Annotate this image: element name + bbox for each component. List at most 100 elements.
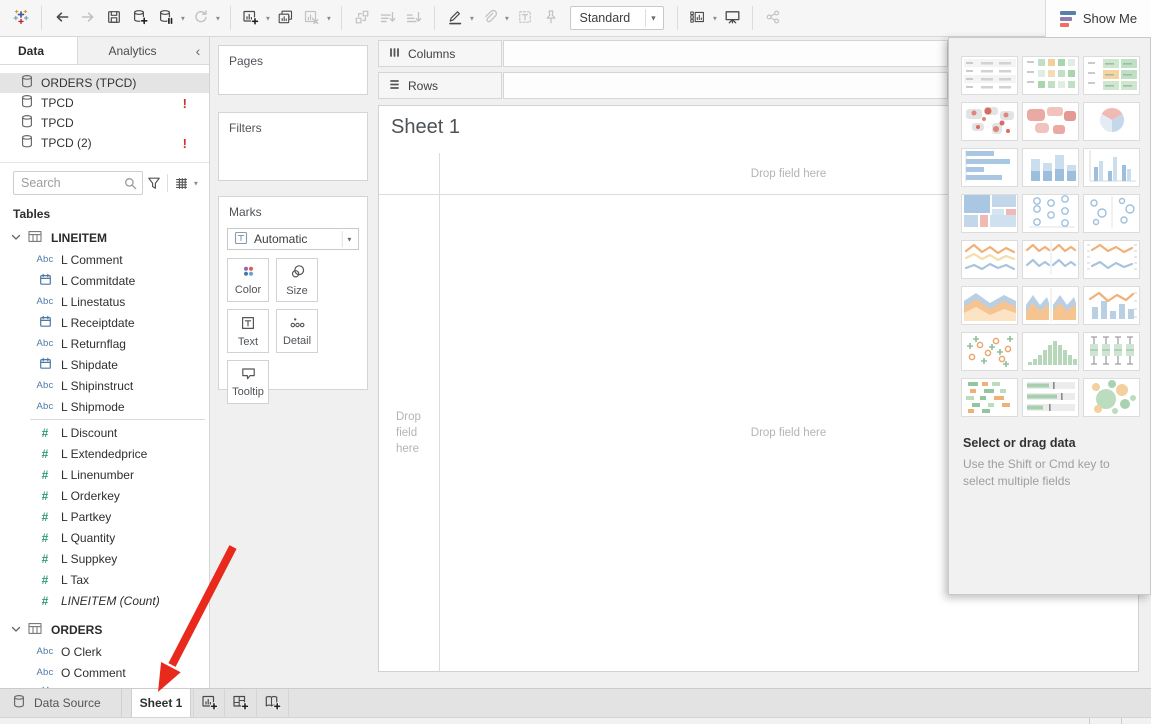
table-group-header[interactable]: ORDERS: [0, 619, 209, 641]
swap-rows-columns-button[interactable]: [349, 4, 375, 32]
field-item[interactable]: #L Linenumber: [0, 464, 209, 485]
pages-shelf[interactable]: Pages: [218, 45, 368, 95]
datasource-item[interactable]: TPCD (2)!: [0, 133, 209, 153]
showme-dual-combination[interactable]: [1083, 286, 1140, 325]
datasource-item[interactable]: ORDERS (TPCD): [0, 73, 209, 93]
show-hide-cards-button[interactable]: [685, 4, 711, 32]
field-item[interactable]: #L Extendedprice: [0, 443, 209, 464]
rows-shelf[interactable]: [503, 72, 948, 99]
showme-lines-discrete[interactable]: [1022, 240, 1079, 279]
highlight-button[interactable]: [442, 4, 468, 32]
field-item[interactable]: AbcL Linestatus: [0, 291, 209, 312]
showme-histogram[interactable]: [1022, 332, 1079, 371]
drop-zone-left[interactable]: Dropfieldhere: [379, 194, 439, 671]
field-item[interactable]: AbcO Comment: [0, 662, 209, 683]
tab-data-source[interactable]: Data Source: [0, 689, 122, 717]
field-item[interactable]: AbcL Returnflag: [0, 333, 209, 354]
showme-gantt[interactable]: [961, 378, 1018, 417]
showme-horizontal-bars[interactable]: [961, 148, 1018, 187]
share-workbook-button[interactable]: [760, 4, 786, 32]
showme-highlight-table[interactable]: [1022, 56, 1079, 95]
field-item[interactable]: #L Orderkey: [0, 485, 209, 506]
circle-views-thumbnail: [1023, 193, 1079, 234]
group-members-button[interactable]: [477, 4, 503, 32]
calendar-icon: [39, 315, 52, 331]
detail-button[interactable]: Detail: [276, 309, 318, 353]
redo-arrow-button[interactable]: [75, 4, 101, 32]
search-input[interactable]: [14, 176, 118, 190]
duplicate-sheet-button[interactable]: [273, 4, 299, 32]
showme-symbol-map[interactable]: [961, 102, 1018, 141]
pages-label: Pages: [219, 46, 367, 68]
datasource-item[interactable]: TPCD: [0, 113, 209, 133]
showme-treemap[interactable]: [961, 194, 1018, 233]
clear-sheet-button[interactable]: [299, 4, 325, 32]
showme-lines-continuous[interactable]: [961, 240, 1018, 279]
new-worksheet-button[interactable]: [193, 689, 225, 717]
gantt-thumbnail: [962, 377, 1018, 418]
tab-analytics[interactable]: Analytics: [78, 37, 187, 64]
field-item[interactable]: AbcL Shipinstruct: [0, 375, 209, 396]
field-item[interactable]: #L Discount: [0, 422, 209, 443]
new-worksheet-button[interactable]: [238, 4, 264, 32]
showme-pie-chart[interactable]: [1083, 102, 1140, 141]
showme-box-and-whisker[interactable]: [1083, 332, 1140, 371]
showme-side-by-side-bars[interactable]: [1083, 148, 1140, 187]
show-mark-labels-button[interactable]: [512, 4, 538, 32]
color-button[interactable]: Color: [227, 258, 269, 302]
fix-axes-button[interactable]: [538, 4, 564, 32]
collapse-pane-button[interactable]: ‹: [187, 37, 209, 64]
field-item[interactable]: #L Partkey: [0, 506, 209, 527]
showme-area-continuous[interactable]: [961, 286, 1018, 325]
field-item[interactable]: AbcO Clerk: [0, 641, 209, 662]
showme-packed-bubbles[interactable]: [1083, 378, 1140, 417]
new-story-button[interactable]: [257, 689, 289, 717]
filter-fields-button[interactable]: [143, 171, 165, 195]
new-dashboard-button[interactable]: [225, 689, 257, 717]
field-item[interactable]: #L Tax: [0, 569, 209, 590]
showme-scatter-plot[interactable]: [961, 332, 1018, 371]
showme-area-discrete[interactable]: [1022, 286, 1079, 325]
datasource-item[interactable]: TPCD!: [0, 93, 209, 113]
tableau-logo-button[interactable]: [8, 4, 34, 32]
field-item[interactable]: #LINEITEM (Count): [0, 590, 209, 611]
table-group-header[interactable]: LINEITEM: [0, 227, 209, 249]
showme-filled-map[interactable]: [1022, 102, 1079, 141]
showme-bullet-graph[interactable]: [1022, 378, 1079, 417]
presentation-mode-button[interactable]: [719, 4, 745, 32]
save-button[interactable]: [101, 4, 127, 32]
showme-text-table[interactable]: [961, 56, 1018, 95]
show-me-button[interactable]: Show Me: [1045, 0, 1151, 37]
new-data-source-button[interactable]: [127, 4, 153, 32]
number-icon: #: [42, 594, 49, 608]
lines-discrete-thumbnail: [1023, 239, 1079, 280]
size-button[interactable]: Size: [276, 258, 318, 302]
columns-shelf[interactable]: [503, 40, 948, 67]
undo-arrow-button[interactable]: [49, 4, 75, 32]
run-auto-updates-button[interactable]: [188, 4, 214, 32]
field-item[interactable]: AbcL Shipmode: [0, 396, 209, 417]
text-button[interactable]: Text: [227, 309, 269, 353]
sort-descending-button[interactable]: [401, 4, 427, 32]
mark-type-dropdown[interactable]: Automatic ▼: [227, 228, 359, 250]
tooltip-button[interactable]: Tooltip: [227, 360, 269, 404]
sort-ascending-button[interactable]: [375, 4, 401, 32]
field-item[interactable]: L Receiptdate: [0, 312, 209, 333]
showme-stacked-bars[interactable]: [1022, 148, 1079, 187]
filters-shelf[interactable]: Filters: [218, 112, 368, 181]
showme-dual-lines[interactable]: [1083, 240, 1140, 279]
pause-auto-updates-button[interactable]: [153, 4, 179, 32]
field-item[interactable]: AbcL Comment: [0, 249, 209, 270]
showme-heat-map[interactable]: [1083, 56, 1140, 95]
fit-selector[interactable]: Standard▼: [570, 6, 664, 30]
showme-side-by-side-circles[interactable]: [1083, 194, 1140, 233]
tab-data[interactable]: Data: [0, 37, 78, 64]
sort-ascending-icon: [379, 9, 396, 28]
tab-sheet-1[interactable]: Sheet 1: [131, 689, 191, 717]
field-item[interactable]: #L Suppkey: [0, 548, 209, 569]
view-options-button[interactable]: [170, 171, 192, 195]
showme-circle-views[interactable]: [1022, 194, 1079, 233]
field-item[interactable]: #L Quantity: [0, 527, 209, 548]
field-item[interactable]: L Shipdate: [0, 354, 209, 375]
field-item[interactable]: L Commitdate: [0, 270, 209, 291]
